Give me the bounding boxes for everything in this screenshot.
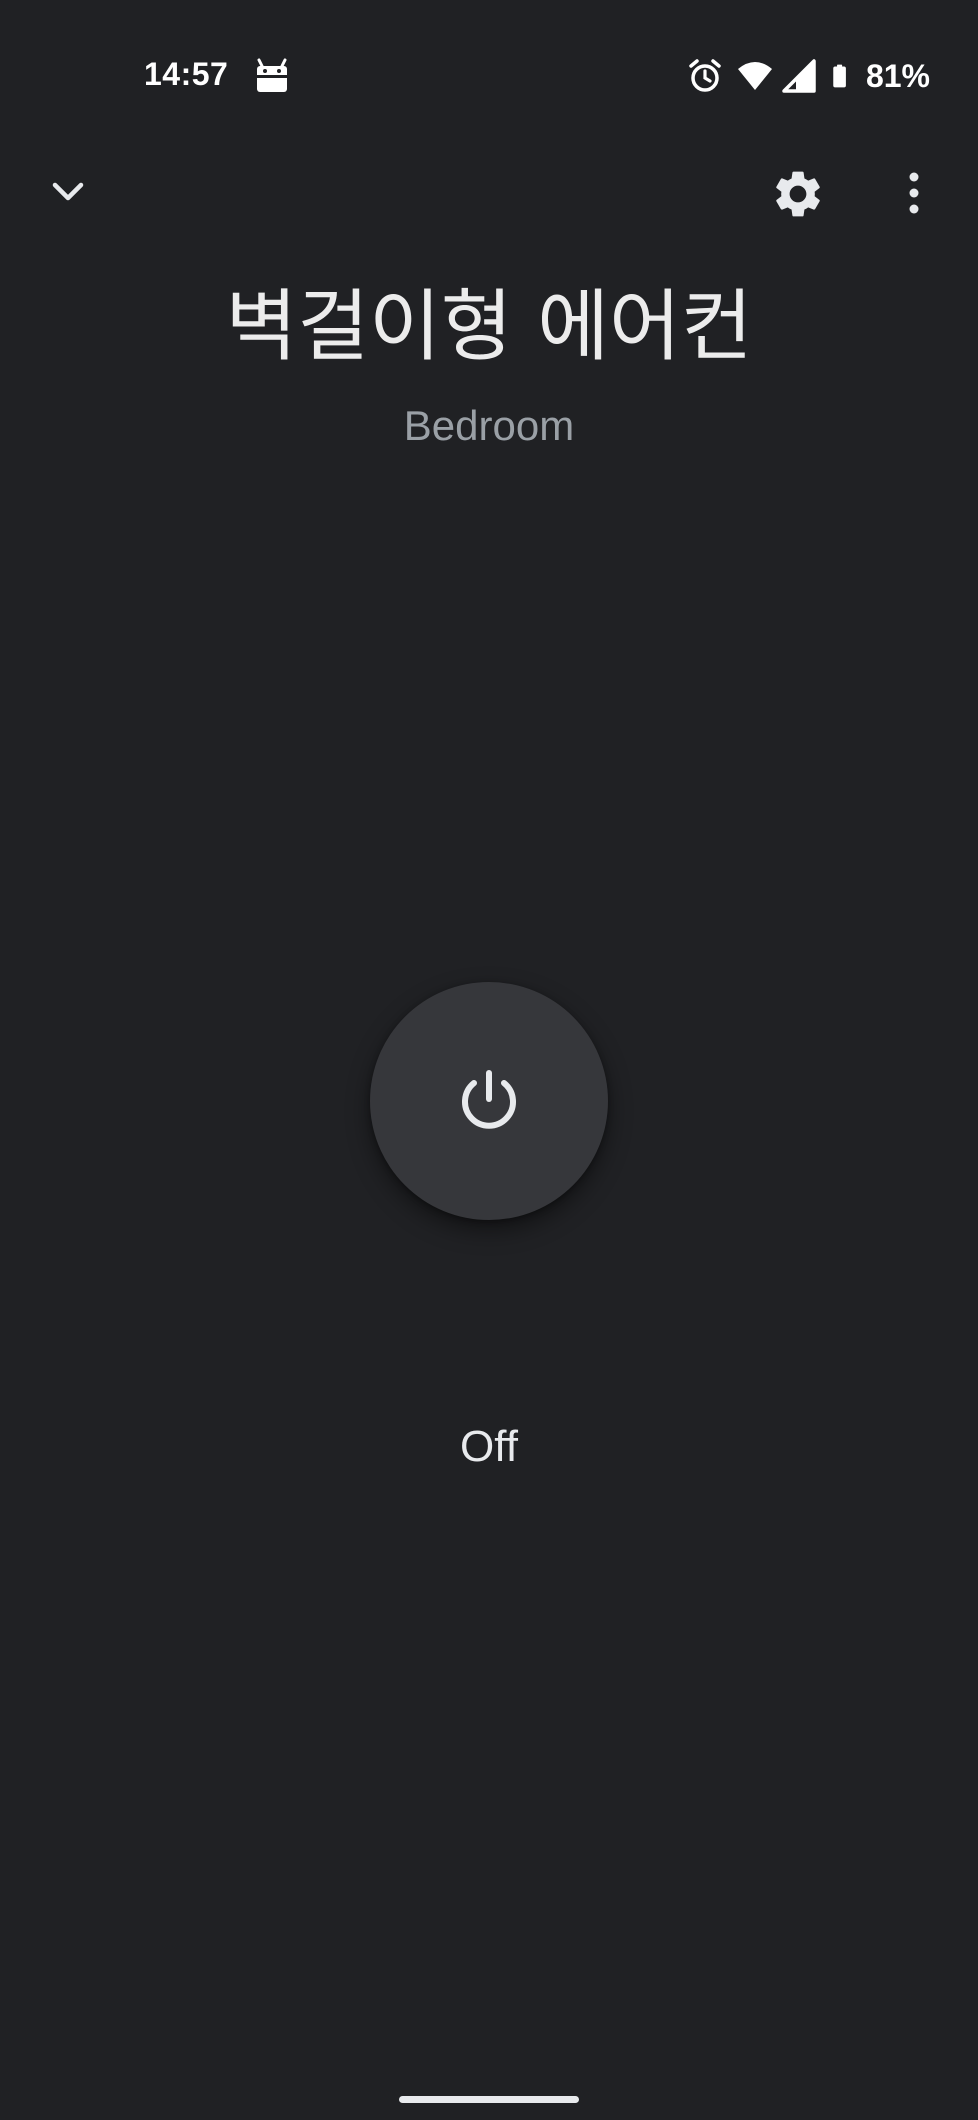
status-time: 14:57: [144, 56, 229, 92]
power-toggle-button[interactable]: [370, 982, 608, 1220]
collapse-button[interactable]: [20, 144, 116, 240]
alarm-icon: [689, 59, 721, 92]
battery-percent: 81%: [865, 57, 930, 94]
gear-icon: [776, 171, 820, 217]
status-icons: 81%: [676, 54, 930, 98]
status-bar: 14:57 81%: [0, 0, 978, 150]
gesture-nav-handle[interactable]: [399, 2096, 579, 2103]
chevron-down-icon: [52, 182, 84, 201]
device-room: Bedroom: [403, 402, 575, 449]
more-options-button[interactable]: [866, 146, 962, 242]
wifi-icon: [737, 62, 772, 90]
more-vert-icon: [909, 172, 919, 214]
settings-button[interactable]: [750, 146, 846, 242]
android-notification-icon: [257, 58, 287, 92]
battery-icon: [833, 64, 846, 88]
device-name: 벽걸이형 에어컨: [225, 282, 753, 372]
power-state-label: Off: [460, 1422, 518, 1471]
cell-signal-icon: [782, 59, 816, 93]
power-icon: [462, 1070, 516, 1129]
